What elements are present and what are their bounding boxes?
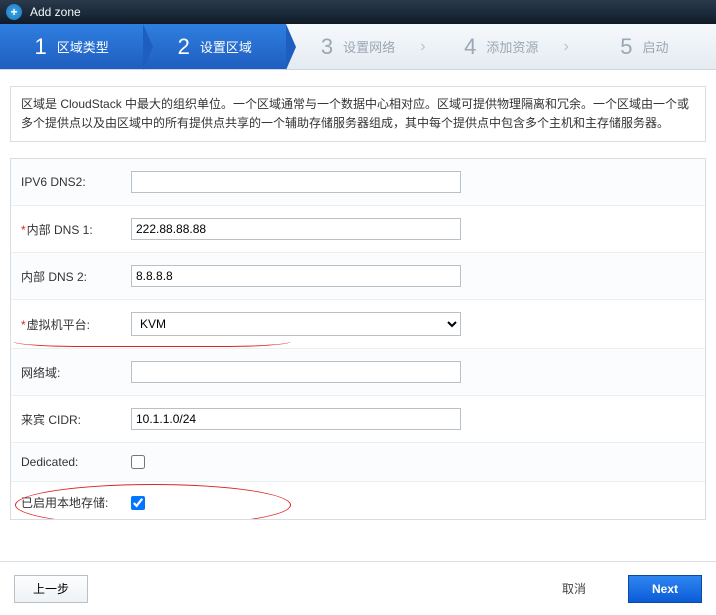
window-title: Add zone [30, 5, 81, 19]
label-guest-cidr: 来宾 CIDR: [21, 411, 131, 428]
wizard-footer: 上一步 取消 Next [0, 561, 716, 615]
row-ipv6-dns2: IPV6 DNS2: [11, 159, 705, 206]
description-panel: 区域是 CloudStack 中最大的组织单位。一个区域通常与一个数据中心相对应… [0, 70, 716, 152]
label-internal-dns1: *内部 DNS 1: [21, 221, 131, 238]
step-number: 2 [178, 34, 190, 60]
label-dedicated: Dedicated: [21, 455, 131, 469]
form-panel: IPV6 DNS2: *内部 DNS 1: 内部 DNS 2: *虚拟机平台: … [10, 158, 706, 520]
required-marker: * [21, 223, 26, 237]
wizard-step-launch[interactable]: 5 启动 [573, 24, 716, 69]
window-titlebar: + Add zone [0, 0, 716, 24]
select-hypervisor[interactable]: KVM [131, 312, 461, 336]
step-label: 设置网络 [343, 37, 395, 56]
previous-button[interactable]: 上一步 [14, 575, 88, 603]
label-hypervisor: *虚拟机平台: [21, 316, 131, 333]
input-internal-dns1[interactable] [131, 218, 461, 240]
next-button[interactable]: Next [628, 575, 702, 603]
label-ipv6-dns2: IPV6 DNS2: [21, 175, 131, 189]
step-number: 1 [34, 34, 46, 60]
input-ipv6-dns2[interactable] [131, 171, 461, 193]
label-network-domain: 网络域: [21, 364, 131, 381]
row-network-domain: 网络域: [11, 349, 705, 396]
cancel-button[interactable]: 取消 [544, 575, 604, 603]
row-local-storage: 已启用本地存储: [11, 482, 705, 519]
checkbox-local-storage[interactable] [131, 496, 145, 510]
input-guest-cidr[interactable] [131, 408, 461, 430]
add-icon: + [6, 4, 22, 20]
step-label: 添加资源 [486, 37, 538, 56]
wizard-step-add-resources[interactable]: 4 添加资源 › [430, 24, 573, 69]
checkbox-dedicated[interactable] [131, 455, 145, 469]
chevron-right-icon: › [563, 38, 568, 56]
row-internal-dns2: 内部 DNS 2: [11, 253, 705, 300]
wizard-step-setup-zone[interactable]: 2 设置区域 [143, 24, 286, 69]
step-label: 启动 [643, 37, 669, 56]
step-number: 3 [321, 34, 333, 60]
zone-description: 区域是 CloudStack 中最大的组织单位。一个区域通常与一个数据中心相对应… [10, 86, 706, 142]
input-internal-dns2[interactable] [131, 265, 461, 287]
step-label: 区域类型 [57, 37, 109, 56]
form-scrollarea[interactable]: IPV6 DNS2: *内部 DNS 1: 内部 DNS 2: *虚拟机平台: … [11, 159, 705, 519]
step-number: 4 [464, 34, 476, 60]
label-local-storage: 已启用本地存储: [21, 494, 131, 511]
row-internal-dns1: *内部 DNS 1: [11, 206, 705, 253]
wizard-steps: 1 区域类型 2 设置区域 3 设置网络 › 4 添加资源 › 5 启动 [0, 24, 716, 70]
row-guest-cidr: 来宾 CIDR: [11, 396, 705, 443]
chevron-right-icon: › [420, 38, 425, 56]
step-number: 5 [620, 34, 632, 60]
label-internal-dns2: 内部 DNS 2: [21, 268, 131, 285]
input-network-domain[interactable] [131, 361, 461, 383]
wizard-step-setup-network[interactable]: 3 设置网络 › [286, 24, 429, 69]
wizard-step-zone-type[interactable]: 1 区域类型 [0, 24, 143, 69]
step-label: 设置区域 [200, 37, 252, 56]
row-hypervisor: *虚拟机平台: KVM [11, 300, 705, 349]
required-marker: * [21, 318, 26, 332]
row-dedicated: Dedicated: [11, 443, 705, 482]
